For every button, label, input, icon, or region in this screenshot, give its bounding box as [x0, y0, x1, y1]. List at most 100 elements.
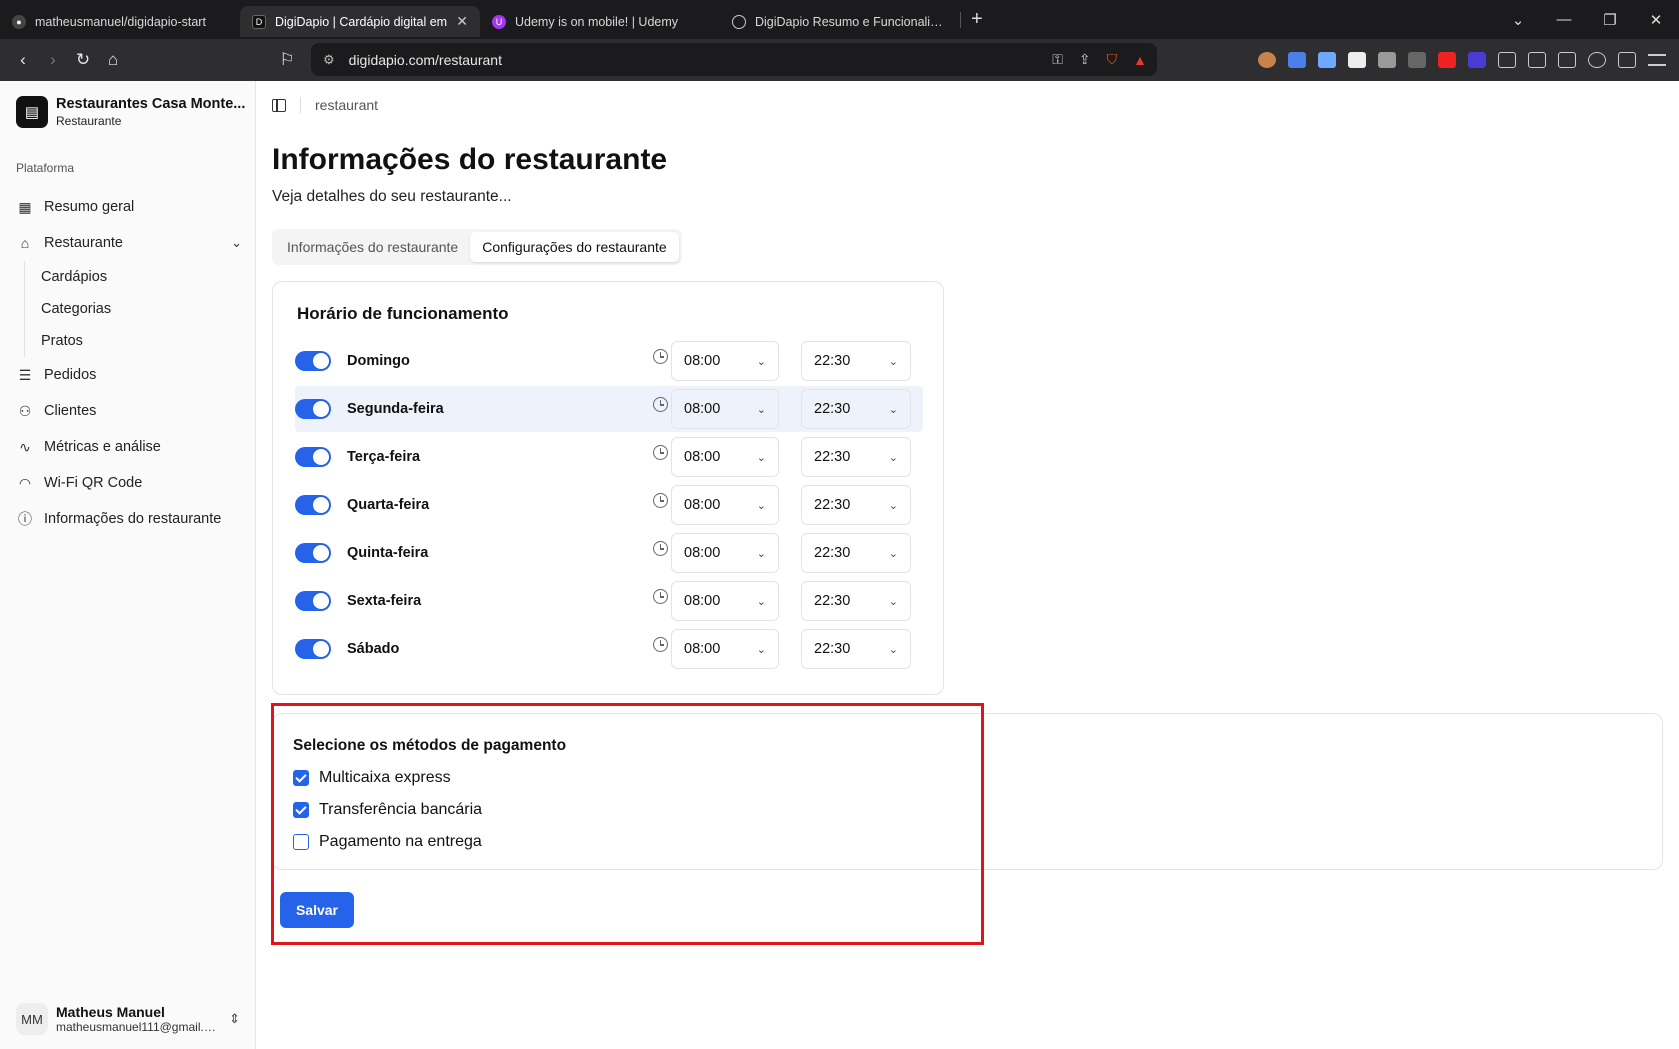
tab-search-icon[interactable]: ⌄ — [1495, 11, 1541, 29]
browser-tab-active[interactable]: D DigiDapio | Cardápio digital em ✕ — [240, 6, 480, 37]
open-time-select[interactable]: 08:00 ⌄ — [671, 485, 779, 525]
sidebar-item-resumo[interactable]: ▦ Resumo geral — [16, 189, 242, 225]
camera-icon[interactable] — [1378, 52, 1396, 68]
share-icon[interactable]: ⇪ — [1079, 51, 1091, 68]
extension-icon[interactable] — [1318, 52, 1336, 68]
brave-shield-icon[interactable]: ⛉ — [1107, 51, 1118, 68]
sidebar-item-wifi[interactable]: ◠ Wi-Fi QR Code — [16, 465, 242, 501]
close-time-select[interactable]: 22:30 ⌄ — [801, 437, 911, 477]
sidebar-item-categorias[interactable]: Categorias — [41, 293, 242, 325]
wallet-icon[interactable] — [1558, 52, 1576, 68]
chevron-down-icon[interactable]: ⌄ — [231, 235, 242, 251]
leo-ai-icon[interactable] — [1588, 52, 1606, 68]
breadcrumb-item[interactable]: restaurant — [315, 97, 378, 113]
chevron-down-icon: ⌄ — [888, 595, 898, 608]
sidebar-item-label: Métricas e análise — [44, 439, 161, 455]
reload-icon[interactable]: ↻ — [68, 50, 98, 70]
day-toggle[interactable] — [295, 351, 331, 371]
close-time-select[interactable]: 22:30 ⌄ — [801, 629, 911, 669]
open-time-select[interactable]: 08:00 ⌄ — [671, 341, 779, 381]
page-subtitle: Veja detalhes do seu restaurante... — [272, 188, 512, 205]
translate-icon[interactable] — [1288, 52, 1306, 68]
extension-icon[interactable] — [1408, 52, 1426, 68]
close-time-value: 22:30 — [814, 449, 851, 465]
extension-icon[interactable] — [1438, 52, 1456, 68]
open-time-select[interactable]: 08:00 ⌄ — [671, 389, 779, 429]
day-toggle[interactable] — [295, 495, 331, 515]
key-icon[interactable]: ⚿ — [1052, 51, 1063, 68]
notion-icon[interactable] — [1348, 52, 1366, 68]
app-sidebar: ▤ Restaurantes Casa Monte... Restaurante… — [0, 81, 256, 1049]
brave-rewards-icon[interactable]: ▲ — [1133, 52, 1147, 68]
chevron-down-icon: ⌄ — [888, 403, 898, 416]
store-icon: ⌂ — [20, 235, 30, 251]
tab-label: Udemy is on mobile! | Udemy — [515, 14, 679, 29]
close-time-value: 22:30 — [814, 593, 851, 609]
clock-icon — [653, 349, 668, 364]
chevrons-up-down-icon[interactable]: ⇕ — [229, 1011, 240, 1027]
close-time-select[interactable]: 22:30 ⌄ — [801, 389, 911, 429]
close-time-select[interactable]: 22:30 ⌄ — [801, 581, 911, 621]
extension-icon[interactable] — [1258, 52, 1276, 68]
forward-icon[interactable]: › — [38, 50, 68, 70]
bookmark-icon[interactable]: ⚐ — [272, 50, 302, 70]
address-bar[interactable]: ⚙ digidapio.com/restaurant ⚿ ⇪ ⛉ ▲ — [311, 43, 1157, 76]
minimize-icon[interactable]: — — [1541, 11, 1587, 28]
open-time-value: 08:00 — [684, 593, 721, 609]
sidebar-item-pratos[interactable]: Pratos — [41, 325, 242, 357]
sidebar-item-cardapios[interactable]: Cardápios — [41, 261, 242, 293]
tab-configuracoes[interactable]: Configurações do restaurante — [470, 232, 679, 262]
sidebar-toggle-icon[interactable] — [1528, 52, 1546, 68]
close-time-value: 22:30 — [814, 545, 851, 561]
sidebar-item-metricas[interactable]: ∿ Métricas e análise — [16, 429, 242, 465]
sidebar-item-clientes[interactable]: ⚇ Clientes — [16, 393, 242, 429]
day-row: Sexta-feira 08:00⌄ - 22:30⌄ — [295, 578, 923, 624]
menu-icon[interactable] — [1648, 54, 1666, 66]
back-icon[interactable]: ‹ — [8, 50, 38, 70]
day-toggle[interactable] — [295, 639, 331, 659]
browser-tab[interactable]: U Udemy is on mobile! | Udemy — [480, 6, 720, 37]
home-icon[interactable]: ⌂ — [98, 50, 128, 70]
open-time-select[interactable]: 08:00 ⌄ — [671, 437, 779, 477]
settings-tabs: Informações do restaurante Configurações… — [272, 229, 682, 265]
puzzle-icon[interactable] — [1498, 52, 1516, 68]
day-name: Segunda-feira — [347, 401, 444, 417]
open-time-select[interactable]: 08:00 ⌄ — [671, 533, 779, 573]
clock-icon — [653, 493, 668, 508]
restore-icon[interactable]: ❐ — [1587, 11, 1633, 29]
url-text[interactable]: digidapio.com/restaurant — [349, 52, 502, 68]
chevron-down-icon: ⌄ — [888, 499, 898, 512]
site-settings-icon[interactable]: ⚙ — [323, 52, 335, 68]
day-row: Quinta-feira 08:00⌄ - 22:30⌄ — [295, 530, 923, 576]
day-row: Domingo 08:00⌄ - 22:30⌄ — [295, 338, 923, 384]
close-time-select[interactable]: 22:30 ⌄ — [801, 341, 911, 381]
open-time-select[interactable]: 08:00 ⌄ — [671, 581, 779, 621]
sidebar-item-restaurante[interactable]: ⌂ Restaurante ⌄ — [16, 225, 242, 261]
vpn-icon[interactable] — [1618, 52, 1636, 68]
chevron-down-icon: ⌄ — [756, 451, 766, 464]
day-toggle[interactable] — [295, 543, 331, 563]
day-toggle[interactable] — [295, 591, 331, 611]
day-toggle[interactable] — [295, 399, 331, 419]
new-tab-icon[interactable]: + — [971, 8, 983, 31]
open-time-value: 08:00 — [684, 401, 721, 417]
day-name: Sexta-feira — [347, 593, 422, 609]
sidebar-item-label: Restaurante — [44, 235, 123, 251]
close-time-select[interactable]: 22:30 ⌄ — [801, 533, 911, 573]
tab-informacoes[interactable]: Informações do restaurante — [275, 232, 470, 262]
open-time-select[interactable]: 08:00 ⌄ — [671, 629, 779, 669]
day-toggle[interactable] — [295, 447, 331, 467]
window-controls: ⌄ — ❐ ✕ — [1495, 0, 1679, 39]
close-time-select[interactable]: 22:30 ⌄ — [801, 485, 911, 525]
extension-icon[interactable] — [1468, 52, 1486, 68]
sidebar-item-pedidos[interactable]: ☰ Pedidos — [16, 357, 242, 393]
close-window-icon[interactable]: ✕ — [1633, 11, 1679, 29]
digidapio-icon: D — [252, 14, 266, 29]
restaurant-switcher[interactable]: ▤ Restaurantes Casa Monte... Restaurante — [16, 96, 245, 128]
browser-tab[interactable]: DigiDapio Resumo e Funcionalidade — [720, 6, 960, 37]
sidebar-item-info[interactable]: ⓘ Informações do restaurante — [16, 501, 242, 537]
browser-tab[interactable]: ● matheusmanuel/digidapio-start — [0, 6, 240, 37]
sidebar-toggle-icon[interactable] — [272, 98, 286, 112]
close-tab-icon[interactable]: ✕ — [456, 13, 468, 30]
user-menu[interactable]: MM Matheus Manuel matheusmanuel111@gmail… — [16, 1003, 240, 1035]
